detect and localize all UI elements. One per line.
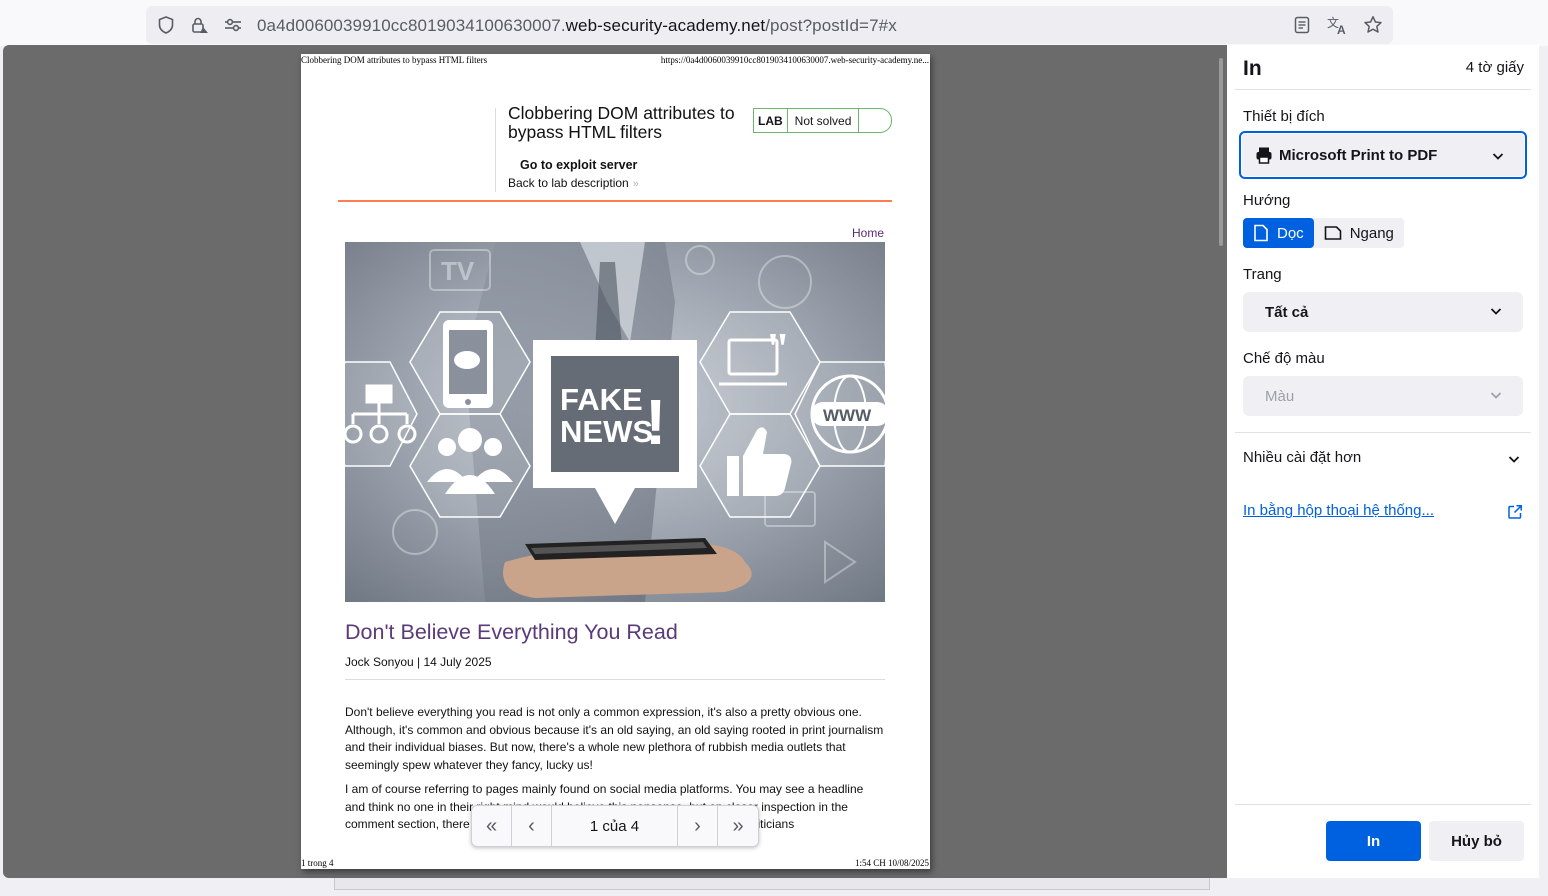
lab-badge-label: LAB	[754, 109, 787, 132]
orientation-landscape-label: Ngang	[1349, 224, 1394, 242]
print-button[interactable]: In	[1326, 821, 1421, 861]
color-mode-label: Chế độ màu	[1243, 350, 1325, 367]
panel-divider	[1235, 804, 1531, 805]
pages-select[interactable]: Tất cả	[1243, 292, 1523, 332]
page-footer-count: 1 trong 4	[301, 858, 334, 868]
exclamation-mark: !	[645, 386, 666, 458]
destination-value: Microsoft Print to PDF	[1279, 146, 1438, 164]
orientation-landscape-button[interactable]: Ngang	[1314, 218, 1404, 248]
chevron-down-icon	[1491, 149, 1505, 163]
previous-page-button[interactable]: ‹	[512, 806, 552, 846]
external-link-icon[interactable]	[1507, 504, 1523, 525]
preview-scrollbar[interactable]	[1219, 58, 1223, 246]
printer-icon	[1255, 146, 1273, 164]
cancel-button[interactable]: Hủy bỏ	[1429, 821, 1524, 861]
last-page-button[interactable]: »	[718, 806, 758, 846]
browser-toolbar: 0a4d0060039910cc8019034100630007.web-sec…	[0, 0, 1548, 46]
page-header-url: https://0a4d0060039910cc8019034100630007…	[660, 55, 929, 65]
orientation-portrait-label: Dọc	[1277, 224, 1304, 242]
back-to-lab-link[interactable]: Back to lab description»	[508, 176, 639, 190]
system-dialog-link[interactable]: In bằng hộp thoại hệ thống...	[1243, 502, 1434, 519]
chevron-down-icon	[1489, 304, 1503, 318]
more-settings-label: Nhiều cài đặt hơn	[1243, 449, 1362, 466]
color-mode-select[interactable]: Màu	[1243, 376, 1523, 416]
shield-icon[interactable]	[156, 15, 176, 35]
first-page-button[interactable]: «	[472, 806, 512, 846]
post-title: Don't Believe Everything You Read	[345, 620, 678, 644]
post-separator	[345, 679, 885, 680]
url-prefix: 0a4d0060039910cc8019034100630007.	[257, 16, 566, 35]
blog-post-image: TV " WWW FAKE NEWS !	[345, 242, 885, 602]
fake-word: FAKE	[560, 382, 643, 417]
lock-icon[interactable]	[189, 15, 209, 35]
tv-watermark: TV	[441, 256, 475, 286]
page-footer-datetime: 1:54 CH 10/08/2025	[854, 858, 929, 868]
destination-select[interactable]: Microsoft Print to PDF	[1239, 131, 1527, 179]
orientation-toggle: Dọc Ngang	[1243, 218, 1404, 248]
next-page-button[interactable]: ›	[678, 806, 718, 846]
sheet-count: 4 tờ giấy	[1465, 59, 1524, 76]
chevron-right-icon: »	[632, 178, 639, 190]
chevron-down-icon	[1507, 452, 1521, 470]
page-header-title: Clobbering DOM attributes to bypass HTML…	[301, 55, 488, 65]
url-bar[interactable]: 0a4d0060039910cc8019034100630007.web-sec…	[146, 6, 1393, 44]
chevron-down-icon	[1489, 388, 1503, 402]
bookmark-star-icon[interactable]	[1363, 15, 1383, 35]
url-domain: web-security-academy.net	[565, 16, 766, 35]
page-navigator: « ‹ 1 của 4 › »	[471, 805, 759, 847]
translate-icon[interactable]: 文A	[1327, 15, 1347, 37]
svg-text:": "	[765, 323, 791, 374]
preview-bottom-strip	[0, 878, 1548, 896]
post-paragraph: Don't believe everything you read is not…	[345, 705, 884, 772]
page-number-label: 1 của 4	[552, 806, 678, 846]
post-meta: Jock Sonyou | 14 July 2025	[345, 655, 492, 669]
portrait-page-icon	[1253, 224, 1269, 242]
lab-header-divider	[495, 108, 496, 192]
print-panel-title: In	[1243, 57, 1262, 80]
header-rule	[338, 200, 892, 202]
pages-label: Trang	[1243, 266, 1282, 283]
next-page-edge	[334, 878, 1210, 890]
print-settings-panel: In 4 tờ giấy Thiết bị đích Microsoft Pri…	[1227, 45, 1539, 878]
panel-divider	[1235, 89, 1531, 90]
destination-label: Thiết bị đích	[1243, 108, 1325, 125]
landscape-page-icon	[1324, 225, 1342, 241]
lab-status-text: Not solved	[786, 109, 860, 132]
news-word: NEWS	[560, 414, 653, 449]
reader-view-icon[interactable]	[1292, 15, 1312, 35]
url-text[interactable]: 0a4d0060039910cc8019034100630007.web-sec…	[257, 16, 897, 36]
home-link[interactable]: Home	[852, 226, 884, 240]
orientation-label: Hướng	[1243, 192, 1291, 209]
print-preview-page: Clobbering DOM attributes to bypass HTML…	[301, 54, 930, 869]
svg-text:A: A	[1337, 23, 1346, 35]
pages-value: Tất cả	[1265, 303, 1309, 321]
orientation-portrait-button[interactable]: Dọc	[1243, 218, 1314, 248]
exploit-server-link[interactable]: Go to exploit server	[520, 158, 637, 172]
lab-title: Clobbering DOM attributes to bypass HTML…	[508, 103, 735, 142]
lab-status-badge: LAB Not solved	[753, 108, 892, 133]
more-settings-toggle[interactable]: Nhiều cài đặt hơn	[1243, 449, 1523, 466]
panel-divider	[1235, 432, 1531, 433]
www-label: WWW	[823, 406, 872, 425]
color-mode-value: Màu	[1265, 387, 1295, 405]
back-to-lab-text: Back to lab description	[508, 176, 629, 190]
site-permissions-icon[interactable]	[223, 15, 243, 35]
url-path: /post?postId=7#x	[765, 16, 897, 35]
